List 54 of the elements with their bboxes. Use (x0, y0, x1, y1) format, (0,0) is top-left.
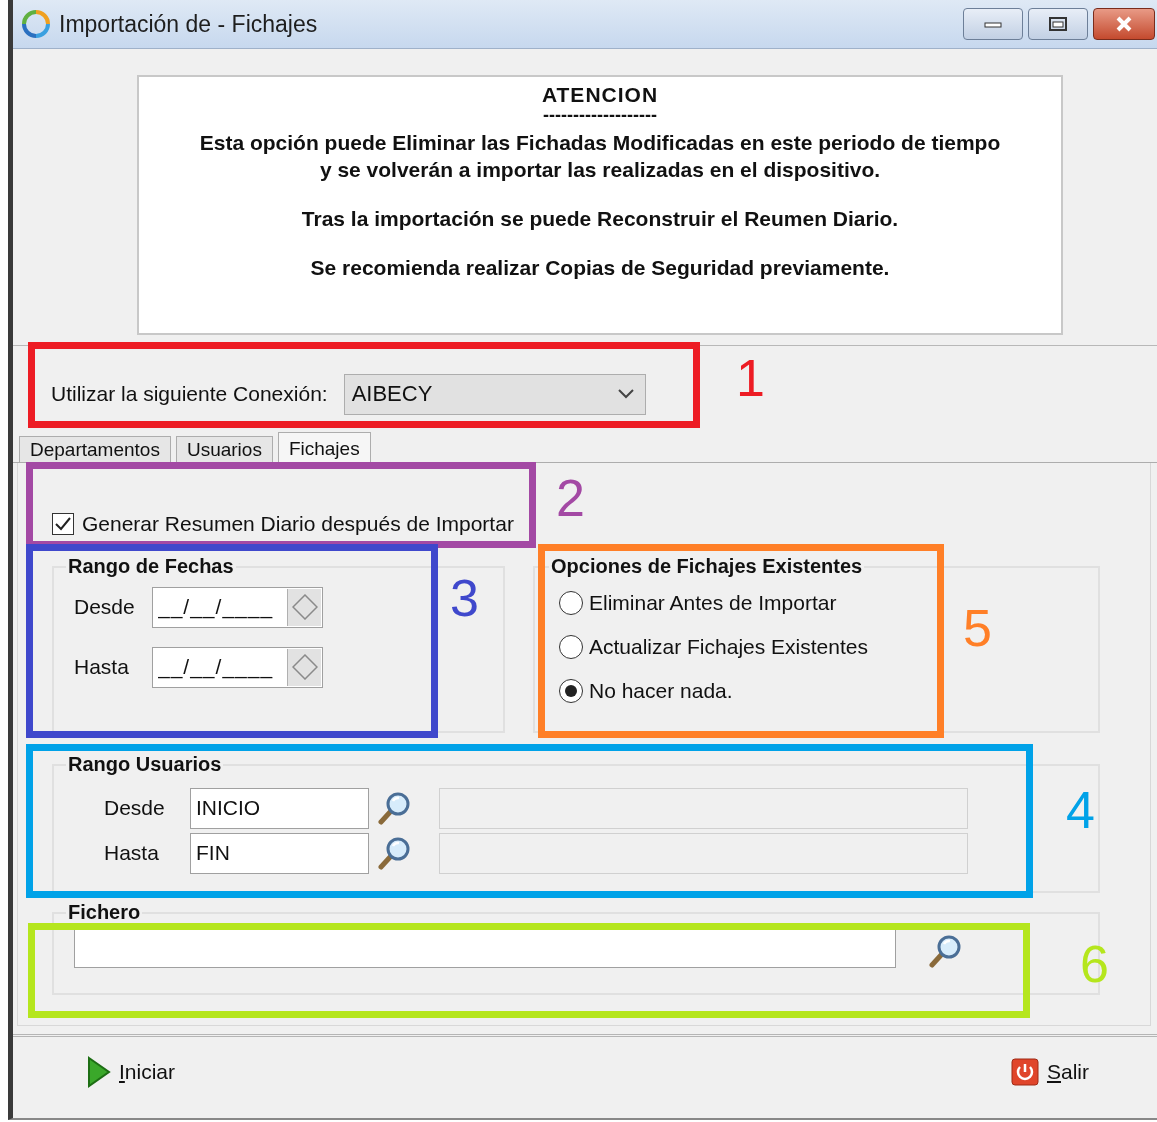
user-name-field[interactable] (439, 787, 968, 829)
group-title: Opciones de Fichajes Existentes (550, 555, 864, 578)
field-label: Hasta (74, 655, 130, 679)
start-button[interactable]: Iniciar (85, 1052, 178, 1092)
user-code-field[interactable]: FIN (190, 832, 369, 874)
minimize-icon (983, 19, 1003, 29)
radio-label: No hacer nada. (589, 679, 733, 703)
annotation-number: 4 (1066, 784, 1095, 836)
separator-text: ------------------- (543, 107, 657, 123)
minimize-button[interactable] (963, 8, 1023, 40)
radio-button[interactable] (559, 591, 583, 615)
notice-heading: ATENCION (541, 83, 659, 107)
close-icon (1114, 16, 1134, 32)
checkbox[interactable] (52, 513, 74, 535)
notice-text: Tras la importación se puede Reconstruir el Reumen Diario. (301, 206, 899, 232)
field-label: Desde (74, 595, 136, 619)
tab[interactable]: Fichajes (277, 432, 371, 462)
chevron-down-icon (616, 388, 635, 400)
radio-button[interactable] (559, 679, 583, 703)
play-icon (87, 1056, 111, 1088)
exit-button[interactable]: Salir (1008, 1054, 1091, 1090)
close-button[interactable] (1093, 8, 1155, 40)
field-label: Desde (104, 796, 166, 820)
notice-text: Esta opción puede Eliminar las Fichadas Modificadas en este periodo de tiempo y se volverán a importar las realizadas en el dispositivo. (199, 130, 1001, 183)
notice-text: Se recomienda realizar Copias de Seguridad previamente. (310, 255, 890, 281)
search-icon[interactable] (377, 791, 411, 825)
group-title: Rango de Fechas (67, 555, 235, 578)
connection-dropdown[interactable]: AIBECY (343, 373, 646, 415)
radio-label: Actualizar Fichajes Existentes (589, 635, 868, 659)
user-name-field[interactable] (439, 832, 968, 874)
tab[interactable]: Usuarios (175, 436, 273, 462)
radio-label: Eliminar Antes de Importar (589, 591, 837, 615)
field-label: Hasta (104, 841, 160, 865)
connection-label: Utilizar la siguiente Conexión: (51, 382, 328, 406)
user-code-field[interactable]: INICIO (190, 787, 369, 829)
annotation-number: 3 (450, 572, 479, 624)
checkbox-label: Generar Resumen Diario después de Importar (82, 512, 514, 536)
annotation-number: 1 (736, 352, 765, 404)
radio-button[interactable] (559, 635, 583, 659)
file-path-field[interactable] (74, 928, 896, 968)
annotation-number: 6 (1080, 938, 1109, 990)
spin-button[interactable] (287, 648, 321, 686)
window-title: Importación de - Fichajes (59, 10, 318, 38)
annotation-number: 5 (963, 602, 992, 654)
spin-button[interactable] (287, 588, 321, 626)
app-logo-icon (21, 9, 51, 39)
annotation-number: 2 (556, 472, 585, 524)
search-icon[interactable] (928, 934, 962, 968)
maximize-icon (1048, 16, 1068, 32)
group-title: Rango Usuarios (67, 753, 223, 776)
group-title: Fichero (67, 901, 142, 924)
tab[interactable]: Departamentos (19, 436, 171, 462)
search-icon[interactable] (377, 836, 411, 870)
maximize-button[interactable] (1028, 8, 1088, 40)
